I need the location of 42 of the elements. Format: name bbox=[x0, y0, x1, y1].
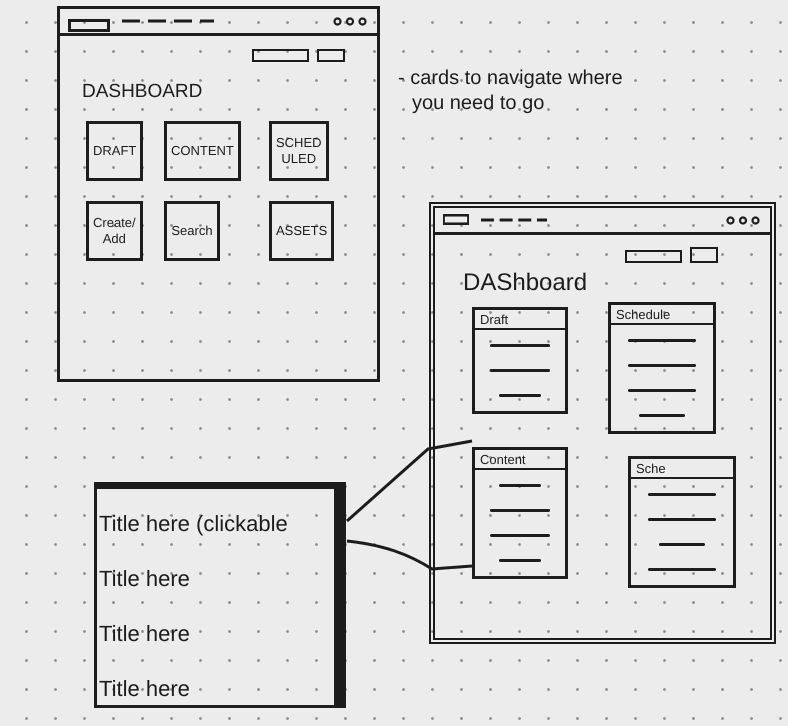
list-item-title: Title here bbox=[99, 566, 190, 592]
placeholder-line bbox=[490, 369, 550, 372]
dashboard-card: Search bbox=[164, 201, 220, 261]
card-title: Content bbox=[475, 450, 565, 470]
placeholder-line bbox=[628, 339, 696, 342]
dashboard-card: ASSETS bbox=[269, 201, 334, 261]
field-sketch bbox=[625, 250, 682, 263]
placeholder-line bbox=[490, 344, 550, 347]
placeholder-line bbox=[648, 568, 716, 571]
window-controls-icon bbox=[333, 16, 367, 26]
list-item-title: Title here bbox=[99, 676, 190, 702]
small-box-sketch bbox=[317, 49, 345, 62]
list-item-title: Title here bbox=[99, 621, 190, 647]
address-line-icon bbox=[122, 19, 214, 23]
annotation-note: - cards to navigate where you need to go bbox=[398, 66, 624, 116]
placeholder-line bbox=[628, 364, 696, 367]
placeholder-line bbox=[499, 559, 541, 562]
card-title: Sche bbox=[631, 459, 733, 479]
placeholder-line bbox=[628, 389, 696, 392]
dashboard-card: SCHED ULED bbox=[269, 121, 329, 181]
dashboard-card: DRAFT bbox=[86, 121, 144, 181]
tab-icon bbox=[443, 214, 469, 225]
address-line-icon bbox=[481, 218, 547, 222]
card-title: Draft bbox=[475, 310, 565, 330]
page-title: DAShboard bbox=[463, 269, 588, 297]
field-sketch bbox=[252, 49, 309, 62]
placeholder-line bbox=[490, 534, 550, 537]
placeholder-line bbox=[638, 414, 686, 417]
list-item-title: Title here (clickable bbox=[99, 511, 288, 537]
dashboard-card: Create/ Add bbox=[86, 201, 143, 261]
tab-icon bbox=[68, 19, 110, 32]
placeholder-line bbox=[658, 543, 706, 546]
window-controls-icon bbox=[726, 216, 760, 224]
dashboard-card: CONTENT bbox=[164, 121, 241, 181]
placeholder-line bbox=[648, 493, 716, 496]
placeholder-line bbox=[648, 518, 716, 521]
placeholder-line bbox=[490, 509, 550, 512]
page-title: DASHBOARD bbox=[82, 81, 202, 103]
small-box-sketch bbox=[690, 247, 718, 263]
card-title: Schedule bbox=[611, 305, 713, 325]
placeholder-line bbox=[499, 394, 541, 397]
placeholder-line bbox=[499, 484, 541, 487]
